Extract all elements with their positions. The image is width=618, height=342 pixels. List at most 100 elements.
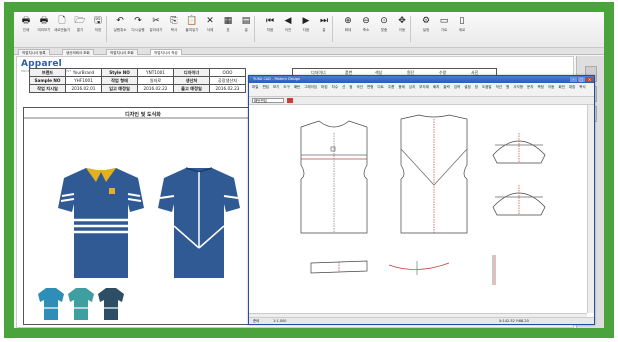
toolbar-button-label: 설정 (422, 28, 430, 32)
cad-menu-item[interactable]: 배치 (433, 84, 439, 90)
cad-menu-item[interactable]: 변형 (367, 84, 373, 90)
cad-menu-item[interactable]: 다트 (377, 84, 383, 90)
cad-menu-item[interactable]: 회전 (558, 84, 564, 90)
cad-menu-item[interactable]: 이동 (548, 84, 554, 90)
toolbar-button-portrait[interactable]: ▯ 세로 (454, 15, 470, 41)
cad-menu-item[interactable]: 문자 (527, 84, 533, 90)
spec-table: 브랜드 YourBrand Style NO YNT1001 디자이너 OOO … (29, 68, 246, 93)
maximize-icon[interactable]: □ (578, 77, 585, 82)
cad-menu-item[interactable]: 복사 (579, 84, 585, 90)
tab-work-order-search[interactable]: 작업지시서 조회 (106, 49, 138, 55)
toolbar-button-label: 열기 (76, 28, 84, 32)
spec-value-arrival-date[interactable]: 2016.02.22 (137, 84, 174, 93)
toolbar-button-copy[interactable]: ⎘ 복사 (166, 15, 182, 41)
toolbar-button-first-page[interactable]: ⏮ 처음 (262, 15, 278, 41)
pattern-sleeve-top[interactable] (492, 133, 546, 164)
cad-menu-item[interactable]: 도구 (283, 84, 289, 90)
toolbar-button-undo[interactable]: ↶ 실행취소 (112, 15, 128, 41)
cad-menu-item[interactable]: 직선 (496, 84, 502, 90)
toolbar-button-print-preview[interactable]: 🖶 미리보기 (36, 15, 52, 41)
cad-menu-item[interactable]: 보기 (273, 84, 279, 90)
spec-value-order-date[interactable]: 2016.02.01 (65, 84, 102, 93)
cad-menu-item[interactable]: 곡선 (357, 84, 363, 90)
print-preview-icon: 🖶 (39, 16, 49, 26)
cad-drawing-canvas[interactable] (249, 105, 587, 313)
minimize-icon[interactable]: – (570, 77, 577, 82)
cad-menu-item[interactable]: 패턴 (294, 84, 300, 90)
cad-menu-item[interactable]: 점 (349, 84, 352, 90)
color-variant-swatches[interactable] (38, 288, 124, 320)
cad-menu-item[interactable]: 측정 (537, 84, 543, 90)
cad-menu-item[interactable]: 창 (475, 84, 478, 90)
toolbar-button-new-document[interactable]: 🗋 새로만들기 (54, 15, 70, 41)
tab-production-request[interactable]: 생산의뢰서 조회 (62, 49, 94, 55)
shirt-front-illustration[interactable] (58, 168, 144, 278)
toolbar-button-table[interactable]: ▦ 표 (220, 15, 236, 41)
spec-value-factory[interactable]: 공장생산지 (209, 76, 246, 85)
cad-menu-item[interactable]: 파일 (252, 84, 258, 90)
toolbar-button-redo[interactable]: ↷ 다시실행 (130, 15, 146, 41)
pattern-back-bodice[interactable] (400, 114, 468, 234)
cad-menu-item[interactable]: 도움말 (482, 84, 492, 90)
pattern-placket[interactable] (492, 255, 496, 285)
toolbar-button-landscape[interactable]: ▭ 가로 (436, 15, 452, 41)
cad-mode-input[interactable]: 패턴편집 (252, 98, 284, 103)
swatch-shirt-2[interactable] (68, 288, 94, 320)
cad-toolbar: 패턴편집 (249, 97, 594, 105)
swatch-shirt-1[interactable] (38, 288, 64, 320)
toolbar-button-open[interactable]: 🗁 열기 (72, 15, 88, 41)
shirt-back-illustration[interactable] (158, 167, 240, 278)
spec-value-designer[interactable]: OOO (209, 68, 246, 77)
cad-menu-item[interactable]: 사각형 (513, 84, 523, 90)
spec-value-ship-date[interactable]: 2016.02.23 (209, 84, 246, 93)
cad-menu-item[interactable]: 출력 (443, 84, 449, 90)
toolbar-button-zoom-in[interactable]: ⊕ 확대 (340, 15, 356, 41)
toolbar-button-printer[interactable]: 🖶 인쇄 (18, 15, 34, 41)
toolbar-button-move[interactable]: ✥ 이동 (394, 15, 410, 41)
cad-menu-item[interactable]: 주름 (388, 84, 394, 90)
ribbon-toolbar: 🖶 인쇄 🖶 미리보기 🗋 새로만들기 🗁 열기 🖫 저장 ↶ 실행취소 ↷ 다시실행 ✂ 잘라내기 ⎘ 복사 📋 붙… (14, 12, 604, 48)
toolbar-button-label: 끝 (322, 28, 326, 32)
cad-menu-item[interactable]: 그레이딩 (304, 84, 317, 90)
cad-menu-item[interactable]: 부자재 (419, 84, 429, 90)
toolbar-button-zoom-fit[interactable]: ⊙ 맞춤 (376, 15, 392, 41)
toolbar-button-next-page[interactable]: ▶ 다음 (298, 15, 314, 41)
toolbar-button-delete[interactable]: ✕ 삭제 (202, 15, 218, 41)
tab-work-order-register[interactable]: 작업지시서 등록 (18, 49, 50, 55)
cad-menu-item[interactable]: 선 (342, 84, 345, 90)
cad-vertical-scrollbar[interactable] (587, 105, 594, 313)
cad-menu-item[interactable]: 원 (506, 84, 509, 90)
toolbar-button-zoom-out[interactable]: ⊖ 축소 (358, 15, 374, 41)
toolbar-button-settings[interactable]: ⚙ 설정 (418, 15, 434, 41)
cad-menu-item[interactable]: 대칭 (569, 84, 575, 90)
pattern-collar-band[interactable] (388, 261, 450, 275)
toolbar-button-label: 잘라내기 (149, 28, 163, 32)
cad-title-bar[interactable]: YUKA CAD - Pattern Design – □ × (249, 76, 594, 83)
stop-icon[interactable] (287, 98, 293, 103)
table-row: 브랜드 YourBrand Style NO YNT1001 디자이너 OOO (29, 68, 246, 77)
tab-work-order-write[interactable]: 작업지시서 작성 (150, 49, 182, 55)
toolbar-button-paste[interactable]: 📋 붙여넣기 (184, 15, 200, 41)
cad-menu-item[interactable]: 심지 (409, 84, 415, 90)
pattern-front-bodice[interactable] (300, 120, 368, 234)
cad-menu-item[interactable]: 마킹 (321, 84, 327, 90)
close-icon[interactable]: × (586, 77, 593, 82)
cad-menu-item[interactable]: 편집 (262, 84, 268, 90)
spec-value-work-type[interactable]: 일자로 (137, 76, 174, 85)
cad-menu-item[interactable]: 봉제 (398, 84, 404, 90)
spec-value-style-no[interactable]: YNT1001 (137, 68, 174, 77)
spec-value-brand[interactable]: YourBrand (65, 68, 102, 77)
spec-value-sample-no[interactable]: YHF1001 (65, 76, 102, 85)
toolbar-button-save[interactable]: 🖫 저장 (90, 15, 106, 41)
pattern-collar[interactable] (310, 260, 368, 274)
pattern-sleeve-bottom[interactable] (492, 185, 546, 216)
cad-menu-item[interactable]: 설정 (464, 84, 470, 90)
toolbar-button-cut[interactable]: ✂ 잘라내기 (148, 15, 164, 41)
toolbar-button-prev-page[interactable]: ◀ 이전 (280, 15, 296, 41)
cad-menu-item[interactable]: 치수 (332, 84, 338, 90)
swatch-shirt-3[interactable] (98, 288, 124, 320)
toolbar-button-last-page[interactable]: ⏭ 끝 (316, 15, 332, 41)
toolbar-button-cell[interactable]: ▤ 셀 (238, 15, 254, 41)
green-frame: 🖶 인쇄 🖶 미리보기 🗋 새로만들기 🗁 열기 🖫 저장 ↶ 실행취소 ↷ 다시실행 ✂ 잘라내기 ⎘ 복사 📋 붙… (4, 2, 614, 338)
cad-menu-item[interactable]: 입력 (454, 84, 460, 90)
